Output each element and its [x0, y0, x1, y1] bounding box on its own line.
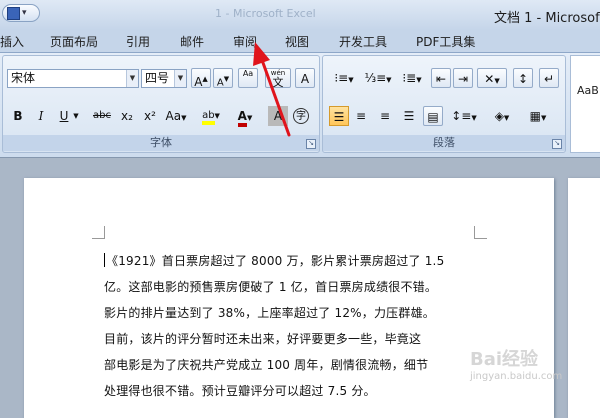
watermark-url: jingyan.baidu.com	[470, 371, 563, 382]
watermark: Bai经验 jingyan.baidu.com	[470, 345, 562, 382]
annotation-arrow-icon	[253, 42, 291, 137]
watermark-logo-text: Bai经验	[470, 349, 539, 370]
